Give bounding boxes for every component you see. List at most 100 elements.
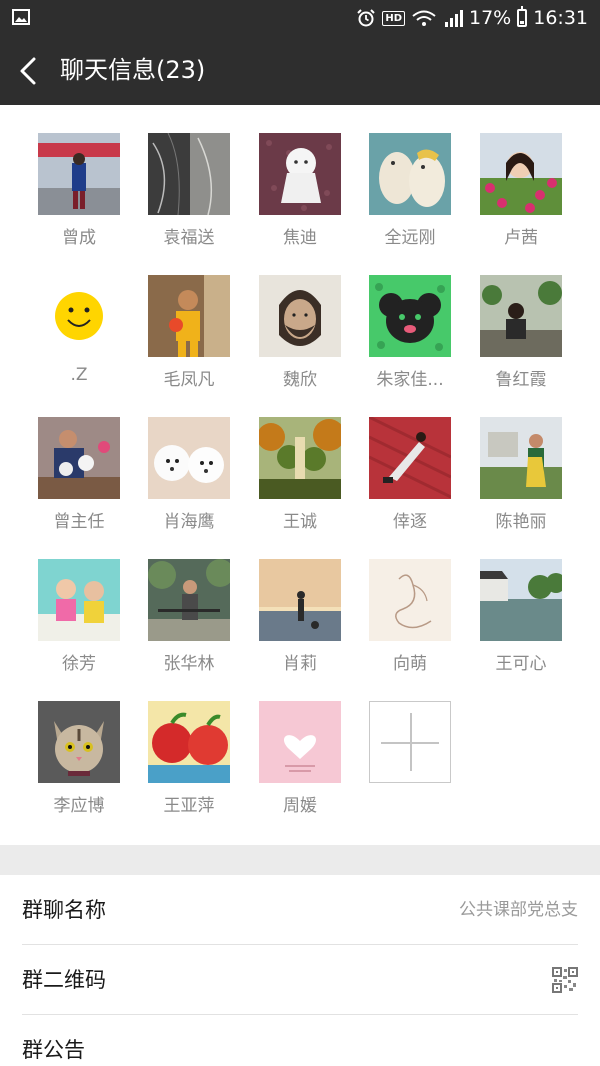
avatar-image [480,133,562,215]
qr-code-icon [552,967,578,993]
section-divider [0,845,600,875]
member-name: 周媛 [283,796,317,816]
member-avatar[interactable] [259,417,341,499]
group-name-row[interactable]: 群聊名称 公共课部党总支 [0,875,600,945]
alarm-icon [357,9,376,27]
avatar-image [369,417,451,499]
wifi-icon [412,10,436,26]
member-avatar[interactable] [38,701,120,783]
member-cell[interactable]: 王诚 [244,389,354,532]
member-cell[interactable]: 袁福送 [133,105,243,248]
member-name: 袁福送 [163,228,215,248]
member-cell[interactable]: 张华林 [133,531,243,674]
group-announcement-label: 群公告 [22,1038,85,1062]
avatar-image [480,559,562,641]
member-avatar[interactable] [259,701,341,783]
member-name: 鲁红霞 [495,370,547,390]
avatar-image [148,701,230,783]
member-avatar[interactable] [480,559,562,641]
group-announcement-row[interactable]: 群公告 [0,1015,600,1066]
status-indicators: HD 17% 16:31 [356,0,588,36]
member-avatar[interactable] [148,133,230,215]
add-member-cell[interactable] [354,673,464,803]
signal-icon [445,10,463,27]
member-name: 向萌 [393,654,427,674]
hd-badge: HD [382,10,405,26]
member-cell[interactable]: 向萌 [354,531,464,674]
avatar-image [148,133,230,215]
member-avatar[interactable] [38,133,120,215]
member-name: 张华林 [163,654,215,674]
avatar-image [259,417,341,499]
member-avatar[interactable] [38,559,120,641]
member-name: 倖逐 [393,512,427,532]
member-avatar[interactable] [369,417,451,499]
back-arrow-icon[interactable] [14,53,46,89]
member-name: 焦迪 [283,228,317,248]
member-avatar[interactable] [259,275,341,357]
member-cell[interactable]: 鲁红霞 [465,247,575,390]
member-cell[interactable]: 朱家佳... [354,247,464,390]
avatar-image [148,559,230,641]
member-avatar[interactable] [148,701,230,783]
avatar-image [38,275,120,357]
member-name: 全远刚 [384,228,436,248]
avatar-image [148,275,230,357]
member-grid: 曾成 袁福送 焦迪 全远刚 卢茜 .Z 毛凤凡 魏欣 朱家佳... 鲁红霞曾主任 肖海鹰 王诚 倖逐 陈艳… [0,105,600,845]
clock: 16:31 [533,7,588,29]
member-avatar[interactable] [38,275,120,357]
navigation-bar: 聊天信息(23) [0,36,600,105]
group-name-value: 公共课部党总支 [459,900,578,920]
member-cell[interactable]: 周媛 [244,673,354,816]
member-cell[interactable]: 徐芳 [23,531,133,674]
member-avatar[interactable] [480,133,562,215]
member-name: 肖莉 [283,654,317,674]
member-cell[interactable]: 倖逐 [354,389,464,532]
member-cell[interactable]: 李应博 [23,673,133,816]
status-bar: HD 17% 16:31 [0,0,600,36]
group-qr-row[interactable]: 群二维码 [0,945,600,1015]
member-cell[interactable]: 卢茜 [465,105,575,248]
gallery-notification-icon [12,9,30,25]
member-cell[interactable]: 曾主任 [23,389,133,532]
member-avatar[interactable] [480,417,562,499]
member-cell[interactable]: 肖海鹰 [133,389,243,532]
member-avatar[interactable] [369,275,451,357]
member-cell[interactable]: 全远刚 [354,105,464,248]
avatar-image [369,559,451,641]
avatar-image [38,559,120,641]
member-cell[interactable]: 魏欣 [244,247,354,390]
avatar-image [259,559,341,641]
member-name: 李应博 [53,796,105,816]
member-cell[interactable]: .Z [23,247,133,385]
member-cell[interactable]: 陈艳丽 [465,389,575,532]
avatar-image [38,133,120,215]
member-cell[interactable]: 王可心 [465,531,575,674]
member-avatar[interactable] [369,559,451,641]
member-avatar[interactable] [148,559,230,641]
group-name-label: 群聊名称 [22,898,106,922]
member-name: 魏欣 [283,370,317,390]
plus-icon[interactable] [369,701,451,783]
member-cell[interactable]: 王亚萍 [133,673,243,816]
member-cell[interactable]: 肖莉 [244,531,354,674]
member-name: 朱家佳... [376,370,444,390]
member-avatar[interactable] [38,417,120,499]
member-name: 王亚萍 [163,796,215,816]
page-title: 聊天信息(23) [60,56,206,84]
member-avatar[interactable] [259,133,341,215]
member-cell[interactable]: 毛凤凡 [133,247,243,390]
member-name: 徐芳 [62,654,96,674]
member-avatar[interactable] [480,275,562,357]
avatar-image [259,133,341,215]
member-name: 卢茜 [504,228,538,248]
member-cell[interactable]: 焦迪 [244,105,354,248]
member-avatar[interactable] [148,417,230,499]
member-cell[interactable]: 曾成 [23,105,133,248]
member-avatar[interactable] [369,133,451,215]
member-name: 曾主任 [53,512,105,532]
member-name: 肖海鹰 [163,512,215,532]
member-avatar[interactable] [148,275,230,357]
member-name: 曾成 [62,228,96,248]
member-avatar[interactable] [259,559,341,641]
